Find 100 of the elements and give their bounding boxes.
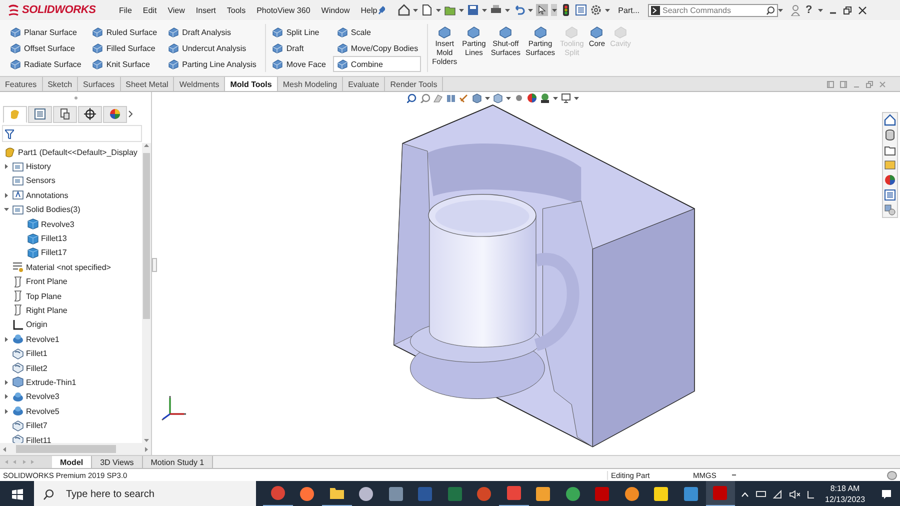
- ribbon-button[interactable]: Scale: [332, 24, 422, 40]
- scroll-right-icon[interactable]: [145, 446, 149, 452]
- tree-item[interactable]: Fillet17: [41, 248, 67, 258]
- panel-tab[interactable]: [78, 106, 102, 122]
- expand-arrow-icon[interactable]: [4, 192, 8, 198]
- dropdown-dash-icon[interactable]: [732, 474, 736, 476]
- menu-item[interactable]: Insert: [196, 6, 216, 14]
- menu-item[interactable]: View: [168, 6, 185, 14]
- search-field[interactable]: Type here to search: [64, 488, 238, 500]
- menu-item[interactable]: Window: [321, 6, 350, 14]
- panel-splitter-handle-icon[interactable]: [152, 258, 157, 272]
- help-button[interactable]: ?: [806, 4, 812, 16]
- tree-item[interactable]: Annotations: [26, 190, 68, 200]
- taskbar-search-bar[interactable]: Type here to search: [34, 481, 256, 506]
- user-icon[interactable]: [790, 4, 800, 16]
- home-icon[interactable]: [884, 114, 896, 126]
- tree-item[interactable]: Material <not specified>: [26, 262, 111, 272]
- view-tab[interactable]: Model: [52, 456, 92, 468]
- view-tab[interactable]: 3D Views: [92, 456, 143, 468]
- ribbon-button[interactable]: Filled Surface: [88, 40, 162, 56]
- tree-item[interactable]: Fillet1: [26, 349, 48, 358]
- collapse-arrow-icon[interactable]: [4, 207, 8, 212]
- cylinder-icon[interactable]: [884, 129, 896, 141]
- scrollbar-thumb[interactable]: [16, 445, 116, 453]
- settings-icon[interactable]: [590, 4, 602, 16]
- print-icon[interactable]: [490, 4, 502, 16]
- tree-item[interactable]: Origin: [26, 320, 48, 330]
- taskbar-button[interactable]: [706, 481, 735, 506]
- tree-item[interactable]: Revolve3: [41, 220, 74, 229]
- expand-arrow-icon[interactable]: [4, 408, 8, 414]
- ribbon-tab[interactable]: Features: [0, 77, 43, 91]
- ribbon-button[interactable]: Undercut Analysis: [164, 40, 260, 56]
- tree-item[interactable]: Fillet13: [41, 234, 67, 244]
- tree-item[interactable]: Revolve3: [26, 392, 60, 402]
- ribbon-button[interactable]: Draft Analysis: [164, 24, 260, 40]
- caret-icon[interactable]: [552, 8, 557, 12]
- tree-item[interactable]: Fillet7: [26, 421, 48, 430]
- save-icon[interactable]: [467, 4, 480, 16]
- section-view-icon[interactable]: [446, 93, 456, 103]
- menu-item[interactable]: Edit: [142, 6, 157, 14]
- new-document-icon[interactable]: [421, 4, 434, 16]
- ribbon-tab[interactable]: Surfaces: [78, 77, 121, 91]
- list-icon[interactable]: [884, 189, 896, 201]
- restore-icon[interactable]: [843, 6, 852, 14]
- windows-start-icon[interactable]: [12, 488, 22, 500]
- caret-icon[interactable]: [528, 8, 534, 12]
- speaker-muted-icon[interactable]: [789, 490, 800, 498]
- clock-time[interactable]: 8:18 AM: [830, 483, 860, 494]
- caret-icon[interactable]: [459, 8, 464, 12]
- ribbon-tab[interactable]: Mold Tools: [225, 77, 278, 91]
- ribbon-button[interactable]: Parting Line Analysis: [164, 56, 260, 72]
- filter-icon[interactable]: [5, 128, 14, 138]
- monitor-icon[interactable]: [561, 93, 571, 103]
- panel-tab[interactable]: [53, 106, 77, 122]
- caret-icon[interactable]: [778, 8, 783, 12]
- ribbon-button[interactable]: Offset Surface: [6, 40, 86, 56]
- sphere-icon[interactable]: [884, 174, 896, 186]
- zoom-area-icon[interactable]: [420, 93, 430, 103]
- chevron-up-icon[interactable]: [741, 492, 749, 496]
- tree-item[interactable]: Fillet2: [26, 364, 48, 373]
- view-tab[interactable]: Motion Study 1: [142, 456, 214, 468]
- caret-icon[interactable]: [505, 8, 510, 12]
- ribbon-tab[interactable]: Sketch: [42, 77, 78, 91]
- ribbon-button[interactable]: Draft: [268, 40, 330, 56]
- expand-arrow-icon[interactable]: [4, 394, 8, 400]
- panel-tab[interactable]: [103, 106, 127, 122]
- menu-item[interactable]: Help: [360, 6, 378, 14]
- ribbon-button[interactable]: Knit Surface: [88, 56, 162, 72]
- scroll-left-icon[interactable]: [2, 446, 6, 452]
- caret-icon[interactable]: [482, 8, 488, 12]
- clock-date[interactable]: 12/13/2023: [825, 494, 866, 505]
- dynamic-annotation-icon[interactable]: [459, 93, 469, 103]
- expand-arrow-icon[interactable]: [4, 164, 8, 170]
- menu-item[interactable]: Tools: [226, 6, 246, 14]
- ribbon-button[interactable]: Combine: [332, 56, 421, 72]
- list-icon[interactable]: [575, 4, 588, 16]
- scrollbar-thumb[interactable]: [143, 153, 150, 319]
- caret-icon[interactable]: [605, 8, 610, 12]
- folder-icon[interactable]: [884, 144, 896, 156]
- scroll-up-icon[interactable]: [144, 143, 149, 147]
- caret-icon[interactable]: [436, 8, 442, 12]
- chevron-right-icon[interactable]: [128, 110, 134, 118]
- grip-icon[interactable]: [74, 96, 78, 100]
- tree-item[interactable]: History: [26, 162, 51, 172]
- caret-icon[interactable]: [413, 8, 418, 12]
- tree-item[interactable]: Revolve1: [26, 334, 60, 344]
- shapes-icon[interactable]: [884, 204, 896, 216]
- zoom-fit-icon[interactable]: [407, 93, 417, 103]
- ribbon-button[interactable]: Move/Copy Bodies: [332, 40, 422, 56]
- caret-icon[interactable]: [818, 8, 824, 12]
- tree-item[interactable]: Sensors: [26, 176, 56, 186]
- close-icon[interactable]: [858, 6, 868, 14]
- menu-item[interactable]: File: [119, 6, 132, 14]
- tree-item[interactable]: Extrude-Thin1: [26, 378, 76, 387]
- search-field[interactable]: Search Commands: [662, 6, 763, 14]
- select-arrow-icon[interactable]: [536, 4, 548, 16]
- tree-item[interactable]: Top Plane: [26, 292, 62, 301]
- ribbon-button[interactable]: Move Face: [268, 56, 330, 72]
- ribbon-tab[interactable]: Mesh Modeling: [278, 77, 344, 91]
- tree-item[interactable]: Front Plane: [26, 277, 68, 286]
